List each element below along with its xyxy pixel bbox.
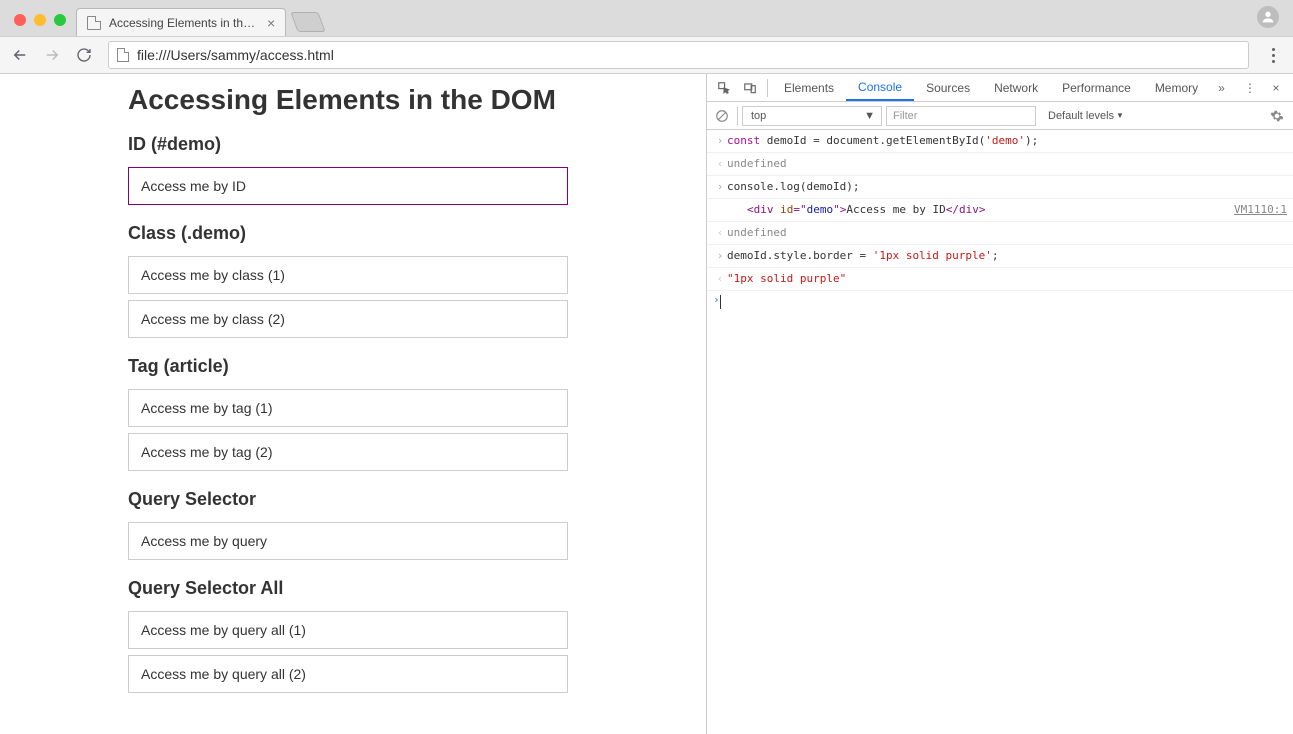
filter-placeholder: Filter — [893, 110, 917, 122]
console-toolbar: top ▼ Filter Default levels ▼ — [707, 102, 1293, 130]
console-input-line: › const demoId = document.getElementById… — [707, 130, 1293, 153]
filter-input[interactable]: Filter — [886, 106, 1036, 126]
new-tab-button[interactable] — [291, 12, 326, 32]
dropdown-icon: ▼ — [1116, 111, 1124, 120]
clear-console-button[interactable] — [711, 109, 733, 123]
close-tab-button[interactable]: × — [267, 15, 275, 31]
devtools-tab-sources[interactable]: Sources — [914, 74, 982, 101]
browser-menu-button[interactable] — [1259, 48, 1287, 63]
section-heading: ID (#demo) — [128, 134, 706, 155]
demo-box: Access me by tag (2) — [128, 433, 568, 471]
devtools-tab-memory[interactable]: Memory — [1143, 74, 1210, 101]
levels-label: Default levels — [1048, 110, 1114, 122]
output-marker-icon: ‹ — [713, 270, 727, 288]
console-prompt[interactable]: › — [707, 291, 1293, 311]
tab-bar: Accessing Elements in the DOM × — [0, 0, 1293, 36]
demo-box: Access me by query all (2) — [128, 655, 568, 693]
context-value: top — [751, 110, 766, 122]
source-link[interactable]: VM1110:1 — [1224, 201, 1287, 219]
devtools-tab-elements[interactable]: Elements — [772, 74, 846, 101]
inspect-element-icon[interactable] — [711, 81, 737, 95]
log-levels-selector[interactable]: Default levels ▼ — [1040, 110, 1132, 122]
console-output-line: ‹ "1px solid purple" — [707, 268, 1293, 291]
prompt-marker-icon: › — [713, 293, 720, 309]
console-input-line: › demoId.style.border = '1px solid purpl… — [707, 245, 1293, 268]
demo-box: Access me by query all (1) — [128, 611, 568, 649]
console-output-line: ‹ undefined — [707, 222, 1293, 245]
file-icon — [117, 48, 129, 62]
devtools-tab-console[interactable]: Console — [846, 74, 914, 101]
input-marker-icon: › — [713, 178, 727, 196]
page-content: Accessing Elements in the DOM ID (#demo)… — [0, 74, 706, 734]
profile-button[interactable] — [1257, 6, 1279, 28]
demo-box: Access me by class (2) — [128, 300, 568, 338]
address-bar: file:///Users/sammy/access.html — [0, 36, 1293, 74]
input-marker-icon: › — [713, 247, 727, 265]
console-output[interactable]: › const demoId = document.getElementById… — [707, 130, 1293, 734]
demo-box: Access me by class (1) — [128, 256, 568, 294]
devtools-panel: ElementsConsoleSourcesNetworkPerformance… — [706, 74, 1293, 734]
more-tabs-button[interactable]: » — [1210, 81, 1233, 95]
device-toggle-icon[interactable] — [737, 81, 763, 95]
url-input[interactable]: file:///Users/sammy/access.html — [108, 41, 1249, 69]
demo-box: Access me by query — [128, 522, 568, 560]
console-log-line: <div id="demo">Access me by ID</div> VM1… — [707, 199, 1293, 222]
close-window-button[interactable] — [14, 14, 26, 26]
devtools-tab-network[interactable]: Network — [982, 74, 1050, 101]
tab-title: Accessing Elements in the DOM — [109, 16, 259, 30]
back-button[interactable] — [6, 41, 34, 69]
page-title: Accessing Elements in the DOM — [128, 84, 706, 116]
reload-button[interactable] — [70, 41, 98, 69]
console-output-line: ‹ undefined — [707, 153, 1293, 176]
section-heading: Query Selector — [128, 489, 706, 510]
demo-box: Access me by tag (1) — [128, 389, 568, 427]
url-text: file:///Users/sammy/access.html — [137, 47, 334, 63]
input-marker-icon: › — [713, 132, 727, 150]
browser-tab[interactable]: Accessing Elements in the DOM × — [76, 8, 286, 36]
console-input-line: › console.log(demoId); — [707, 176, 1293, 199]
browser-chrome: Accessing Elements in the DOM × file:///… — [0, 0, 1293, 74]
section-heading: Query Selector All — [128, 578, 706, 599]
devtools-tab-performance[interactable]: Performance — [1050, 74, 1143, 101]
forward-button[interactable] — [38, 41, 66, 69]
minimize-window-button[interactable] — [34, 14, 46, 26]
devtools-tabs: ElementsConsoleSourcesNetworkPerformance… — [707, 74, 1293, 102]
output-marker-icon: ‹ — [713, 155, 727, 173]
console-settings-button[interactable] — [1265, 109, 1289, 123]
maximize-window-button[interactable] — [54, 14, 66, 26]
close-devtools-button[interactable]: × — [1263, 81, 1289, 95]
dropdown-icon: ▼ — [864, 110, 875, 122]
output-marker-icon: ‹ — [713, 224, 727, 242]
window-controls — [14, 14, 66, 26]
demo-box: Access me by ID — [128, 167, 568, 205]
section-heading: Class (.demo) — [128, 223, 706, 244]
page-icon — [87, 16, 101, 30]
devtools-menu-button[interactable]: ⋮ — [1237, 81, 1263, 95]
context-selector[interactable]: top ▼ — [742, 106, 882, 126]
cursor — [720, 295, 721, 309]
section-heading: Tag (article) — [128, 356, 706, 377]
